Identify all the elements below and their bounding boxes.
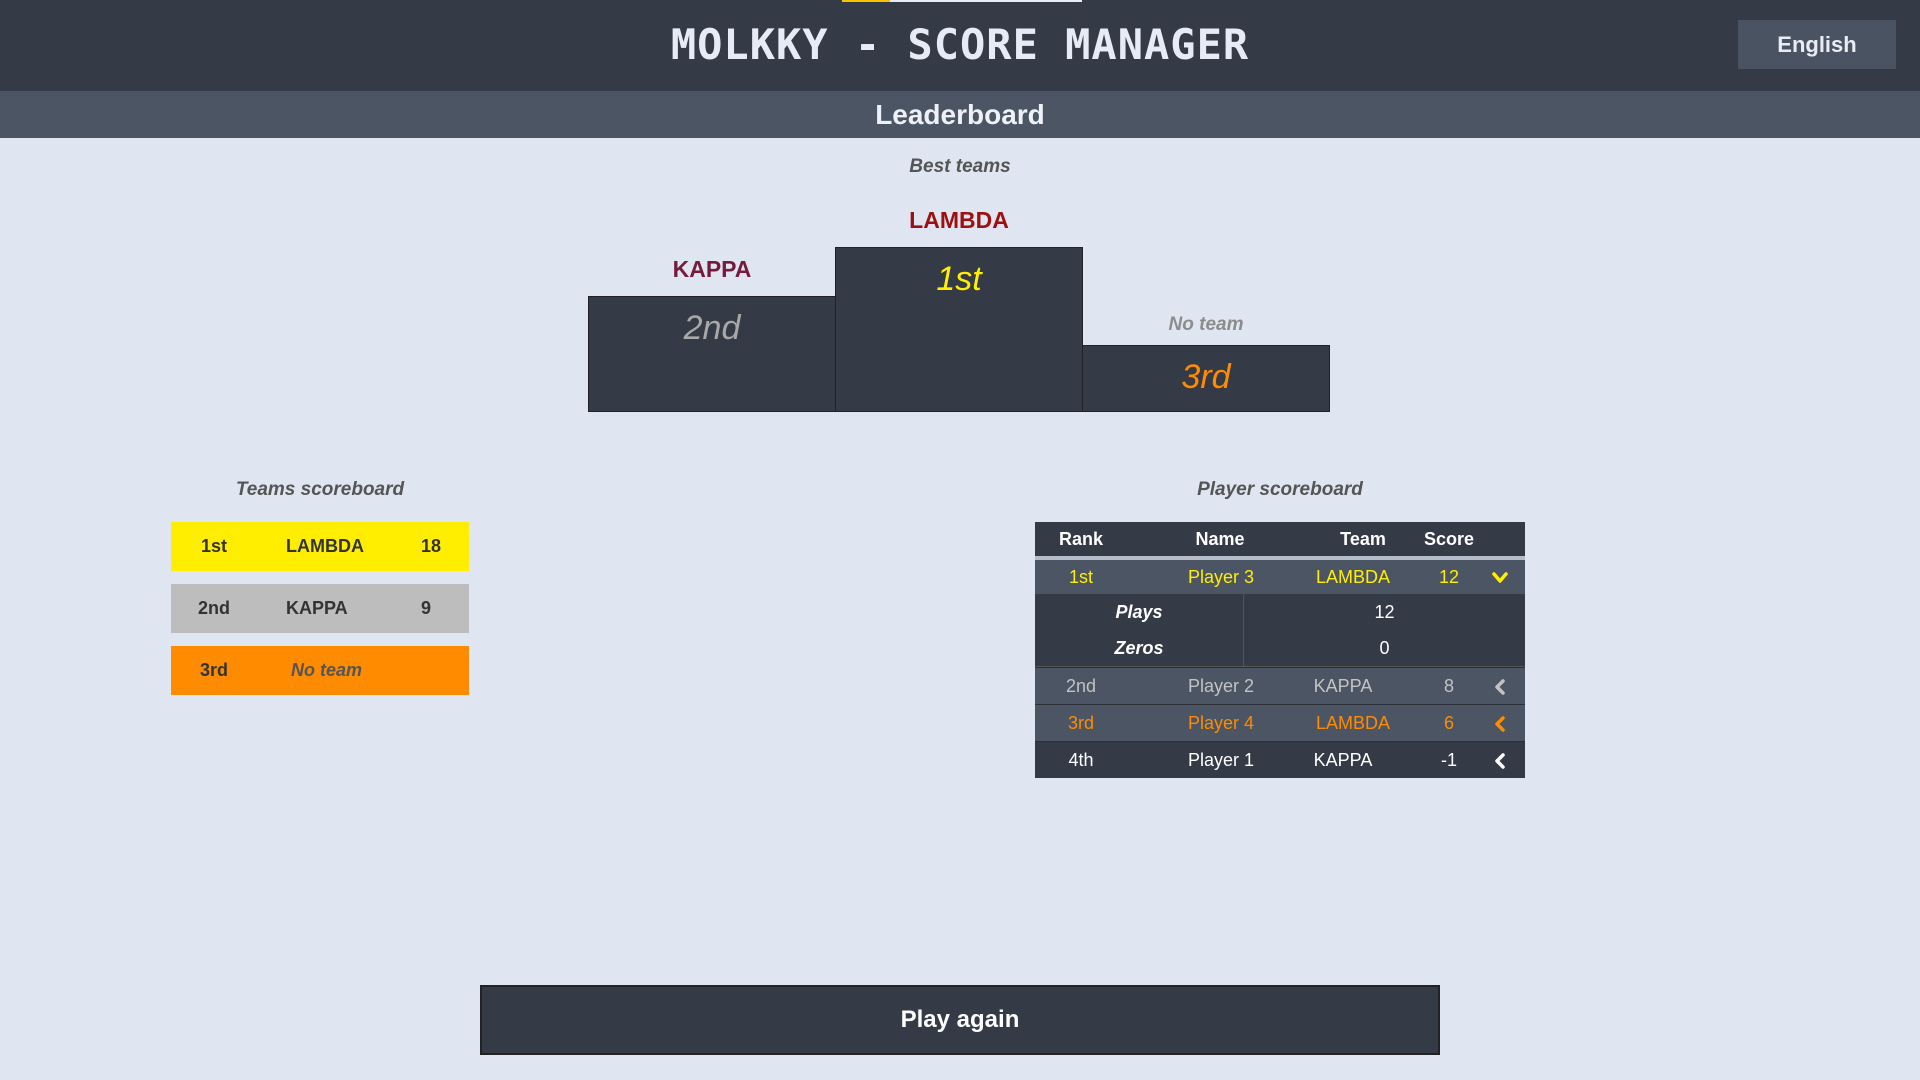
team-row: 1st LAMBDA 18 [171, 522, 469, 571]
team-score: 18 [421, 536, 442, 556]
team-rank: 3rd [200, 660, 229, 680]
podium-first-block: 1st [835, 247, 1083, 412]
team-name: KAPPA [286, 598, 348, 618]
page-title: Leaderboard [0, 91, 1920, 138]
player-details: Plays 12 Zeros 0 [1035, 594, 1525, 667]
podium-third-place: 3rd [1181, 358, 1231, 396]
podium-second-place: 2nd [683, 309, 741, 347]
player-scoreboard-table: Rank Name Team Score 1st Player 3 LAMBDA… [1035, 522, 1525, 778]
team-score: 9 [421, 598, 432, 618]
team-name: No team [291, 660, 363, 680]
player-rank: 1st [1068, 567, 1093, 587]
zeros-label: Zeros [1114, 638, 1164, 658]
player-scoreboard-label: Player scoreboard [1197, 479, 1363, 500]
podium-first-place: 1st [936, 260, 982, 298]
chevron-left-icon[interactable] [1480, 742, 1520, 778]
best-teams-label: Best teams [909, 156, 1011, 177]
team-row: 3rd No team [171, 646, 469, 695]
table-row[interactable]: 4th Player 1 KAPPA -1 [1035, 741, 1525, 778]
column-score: Score [1423, 529, 1475, 549]
player-rank: 2nd [1065, 676, 1097, 696]
team-rank: 1st [201, 536, 228, 556]
app-title: MOLKKY - SCORE MANAGER [670, 20, 1250, 69]
chevron-left-icon[interactable] [1480, 668, 1520, 704]
chevron-left-icon[interactable] [1480, 705, 1520, 741]
team-rank: 2nd [198, 598, 231, 618]
podium-third-block: 3rd [1082, 345, 1330, 412]
play-again-button[interactable]: Play again [480, 985, 1440, 1055]
language-button[interactable]: English [1738, 20, 1896, 69]
table-row[interactable]: 3rd Player 4 LAMBDA 6 [1035, 704, 1525, 741]
teams-scoreboard-label: Teams scoreboard [235, 479, 405, 500]
chevron-down-icon[interactable] [1480, 560, 1520, 594]
podium-first-team: LAMBDA [909, 207, 1009, 233]
table-row[interactable]: 2nd Player 2 KAPPA 8 [1035, 667, 1525, 704]
plays-value: 12 [1374, 602, 1395, 622]
app-header: MOLKKY - SCORE MANAGER English [0, 0, 1920, 91]
table-row[interactable]: 1st Player 3 LAMBDA 12 [1035, 560, 1525, 594]
team-row: 2nd KAPPA 9 [171, 584, 469, 633]
player-rank: 4th [1068, 750, 1094, 770]
column-rank: Rank [1058, 529, 1103, 549]
podium-second-block: 2nd [588, 296, 836, 412]
podium-second-team: KAPPA [672, 256, 752, 282]
player-rank: 3rd [1067, 713, 1094, 733]
zeros-value: 0 [1379, 638, 1390, 658]
team-name: LAMBDA [286, 536, 364, 556]
header-accent-line [842, 0, 1082, 2]
podium-third-team: No team [1168, 314, 1244, 335]
table-header: Rank Name Team Score [1035, 522, 1525, 560]
plays-label: Plays [1115, 602, 1163, 622]
